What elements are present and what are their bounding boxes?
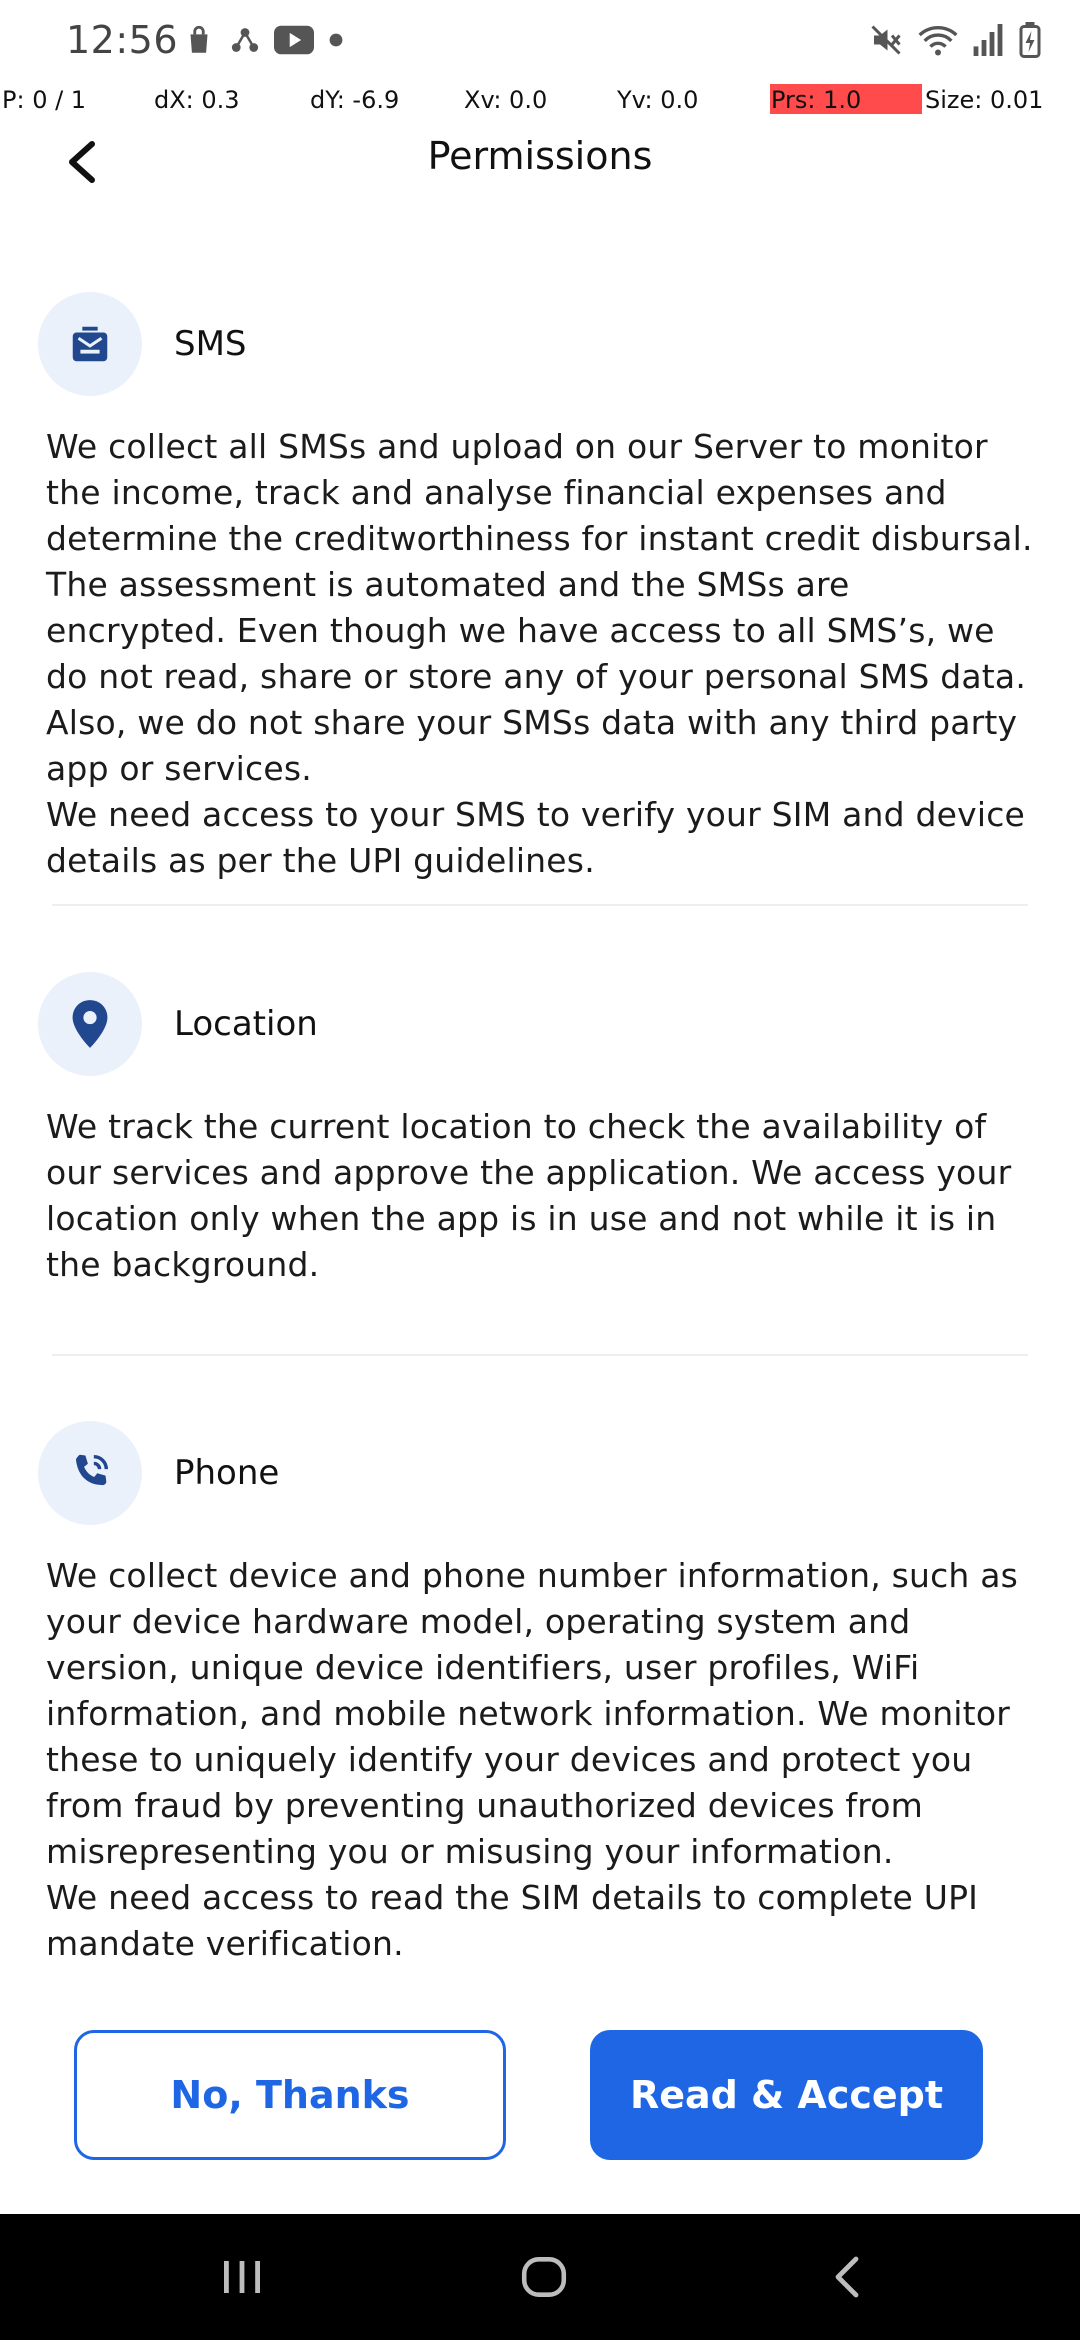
pointer-yv: Yv: 0.0 <box>617 86 699 114</box>
section-divider <box>52 904 1028 906</box>
battery-icon <box>1018 22 1042 62</box>
section-title: Location <box>174 1004 318 1044</box>
recent-apps-icon <box>224 2261 260 2293</box>
status-left-icons <box>182 20 344 64</box>
no-thanks-button[interactable]: No, Thanks <box>74 2030 506 2160</box>
status-right-icons <box>868 18 1042 66</box>
section-title: SMS <box>174 324 247 364</box>
section-paragraph: We collect all SMSs and upload on our Se… <box>46 427 1033 880</box>
nodes-icon <box>230 25 260 59</box>
home-button[interactable] <box>504 2244 584 2310</box>
pointer-xv: Xv: 0.0 <box>464 86 548 114</box>
section-header: Phone <box>38 1421 279 1525</box>
location-icon-container <box>38 972 142 1076</box>
status-bar: 12:56 <box>0 0 1080 84</box>
shopping-bag-icon <box>182 23 216 61</box>
status-time: 12:56 <box>66 18 179 62</box>
pointer-location-overlay: P: 0 / 1 dX: 0.3 dY: -6.9 Xv: 0.0 Yv: 0.… <box>0 84 1080 116</box>
section-paragraph: We collect device and phone number infor… <box>46 1556 1019 1963</box>
system-nav-bar <box>0 2214 1080 2340</box>
dot-icon <box>328 32 344 52</box>
pointer-count: P: 0 / 1 <box>2 86 87 114</box>
mute-icon <box>868 22 904 62</box>
pointer-pressure: Prs: 1.0 <box>771 86 862 114</box>
section-header: Location <box>38 972 318 1076</box>
section-body: We collect device and phone number infor… <box>46 1553 1036 1967</box>
section-body: We track the current location to check t… <box>46 1104 1036 1288</box>
section-body: We collect all SMSs and upload on our Se… <box>46 424 1036 884</box>
section-header: SMS <box>38 292 247 396</box>
signal-icon <box>972 23 1004 61</box>
home-icon <box>521 2257 567 2297</box>
sms-icon-container <box>38 292 142 396</box>
phone-call-icon <box>76 1454 109 1486</box>
pointer-dy: dY: -6.9 <box>310 86 400 114</box>
phone-icon-container <box>38 1421 142 1525</box>
pointer-size: Size: 0.01 <box>925 86 1044 114</box>
back-icon <box>835 2256 859 2298</box>
read-accept-button[interactable]: Read & Accept <box>590 2030 983 2160</box>
app-header: Permissions <box>0 120 1080 204</box>
page-title: Permissions <box>427 134 653 178</box>
back-nav-button[interactable] <box>806 2244 886 2310</box>
youtube-icon <box>274 25 314 59</box>
recent-apps-button[interactable] <box>202 2244 282 2310</box>
location-pin-icon <box>72 1000 108 1048</box>
section-divider <box>52 1354 1028 1356</box>
wifi-icon <box>918 22 958 62</box>
pointer-dx: dX: 0.3 <box>154 86 240 114</box>
sms-envelope-icon <box>72 326 108 362</box>
section-title: Phone <box>174 1453 280 1493</box>
section-paragraph: We track the current location to check t… <box>46 1107 1012 1284</box>
